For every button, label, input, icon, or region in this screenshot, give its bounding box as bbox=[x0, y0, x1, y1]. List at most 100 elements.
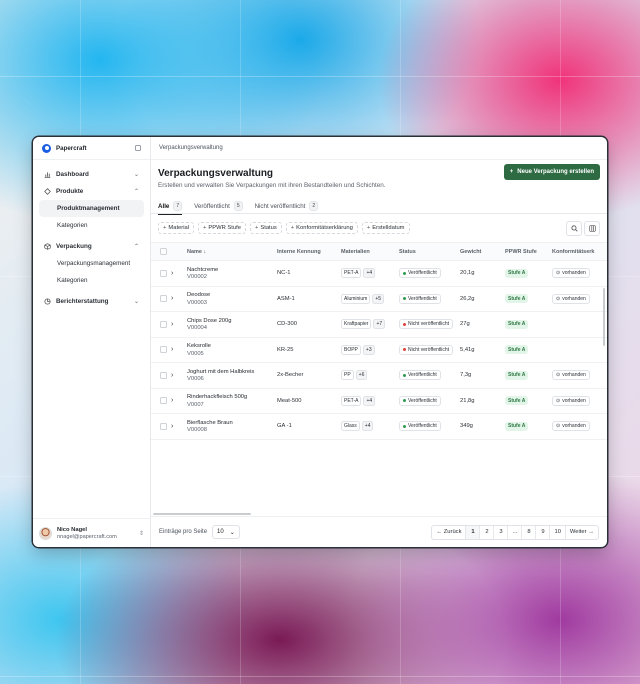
table-row[interactable]: › Bierflasche Braun V00008 GA -1 Glass +4 Verö… bbox=[151, 414, 607, 440]
next-page-button[interactable]: Weiter → bbox=[566, 526, 598, 539]
sidebar-sub-kategorien[interactable]: Kategorien bbox=[39, 217, 144, 234]
row-checkbox[interactable] bbox=[160, 269, 167, 277]
page-button[interactable]: 8 bbox=[522, 525, 537, 539]
chevron-right-icon[interactable]: › bbox=[171, 270, 187, 277]
status-dot-icon bbox=[403, 271, 406, 275]
sidebar-item-berichterstattung[interactable]: Berichterstattung ⌄ bbox=[39, 293, 144, 310]
per-page-label: Einträge pro Seite bbox=[159, 529, 208, 535]
select-all-checkbox[interactable] bbox=[160, 248, 167, 255]
bar-chart-icon bbox=[44, 172, 51, 178]
row-checkbox[interactable] bbox=[160, 320, 167, 328]
tab-nicht-veroeffentlicht[interactable]: Nicht veröffentlicht 2 bbox=[255, 198, 319, 214]
sidebar-item-produkte[interactable]: Produkte ⌃ bbox=[39, 183, 144, 200]
sidebar-item-verpackung[interactable]: Verpackung ⌃ bbox=[39, 238, 144, 255]
chevron-right-icon[interactable]: › bbox=[171, 295, 187, 302]
column-header-materials[interactable]: Materialien bbox=[341, 249, 399, 255]
column-header-internal[interactable]: Interne Kennung bbox=[277, 249, 341, 255]
material-more-tag[interactable]: +6 bbox=[355, 370, 368, 381]
status-label: Nicht veröffentlicht bbox=[408, 321, 450, 328]
columns-icon bbox=[588, 224, 596, 232]
status-label: Veröffentlicht bbox=[408, 295, 437, 302]
column-header-status[interactable]: Status bbox=[399, 249, 460, 255]
page-button[interactable]: 3 bbox=[494, 525, 509, 539]
chevron-right-icon[interactable]: › bbox=[171, 397, 187, 404]
check-circle-icon: ⊙ bbox=[556, 423, 561, 430]
prev-page-button[interactable]: ← Zurück bbox=[432, 525, 467, 539]
table-row[interactable]: › Rinderhackfleisch 500g V0007 Meat-500 PET-… bbox=[151, 389, 607, 414]
internal-id: Meat-500 bbox=[277, 397, 302, 404]
row-checkbox[interactable] bbox=[160, 397, 167, 405]
filter-ppwr-stufe[interactable]: + PPWR Stufe bbox=[198, 222, 246, 234]
material-more-tag[interactable]: +3 bbox=[362, 344, 375, 355]
status-badge: Veröffentlicht bbox=[399, 395, 441, 406]
page-button[interactable]: 9 bbox=[536, 525, 551, 539]
sidebar-sub-produktmanagement[interactable]: Produktmanagement bbox=[39, 200, 144, 217]
column-header-ppwr[interactable]: PPWR Stufe bbox=[505, 249, 552, 255]
product-id: V00008 bbox=[187, 427, 207, 433]
column-header-weight[interactable]: Gewicht bbox=[460, 249, 505, 255]
horizontal-scrollbar[interactable] bbox=[151, 512, 607, 516]
material-more-tag[interactable]: +4 bbox=[363, 395, 376, 406]
pagination: ← Zurück 1 2 3 ... 8 9 10 Weiter → bbox=[431, 524, 599, 540]
page-button[interactable]: 10 bbox=[550, 525, 566, 539]
search-button[interactable] bbox=[566, 220, 582, 236]
internal-id: CD-300 bbox=[277, 321, 297, 328]
row-checkbox[interactable] bbox=[160, 422, 167, 430]
chevron-right-icon[interactable]: › bbox=[171, 321, 187, 328]
filter-label: Status bbox=[260, 225, 277, 231]
chevron-right-icon[interactable]: › bbox=[171, 346, 187, 353]
material-more-tag[interactable]: +4 bbox=[361, 421, 374, 432]
status-dot-icon bbox=[403, 424, 406, 428]
chevron-up-icon: ⌃ bbox=[133, 189, 139, 195]
breadcrumb: Verpackungsverwaltung bbox=[151, 137, 607, 160]
columns-button[interactable] bbox=[584, 220, 600, 236]
arrow-left-icon: ← bbox=[436, 529, 444, 535]
material-more-tag[interactable]: +5 bbox=[372, 293, 385, 304]
filter-status[interactable]: + Status bbox=[249, 222, 282, 234]
sidebar-sub-verpackungsmanagement[interactable]: Verpackungsmanagement bbox=[39, 255, 144, 272]
material-more-tag[interactable]: +4 bbox=[363, 268, 376, 279]
filter-label: Konformitätserklärung bbox=[296, 225, 353, 231]
page-button[interactable]: 2 bbox=[480, 525, 495, 539]
column-header-konformitaet[interactable]: Konformitätserk bbox=[552, 249, 602, 255]
status-badge: Nicht veröffentlicht bbox=[399, 319, 454, 330]
status-label: Veröffentlicht bbox=[408, 270, 437, 277]
status-label: Nicht veröffentlicht bbox=[408, 346, 450, 353]
page-button[interactable]: 1 bbox=[466, 525, 481, 539]
column-header-name[interactable]: Name ↓ bbox=[187, 249, 277, 255]
konformitaet-badge: ⊙ vorhanden bbox=[552, 268, 590, 279]
row-checkbox[interactable] bbox=[160, 371, 167, 379]
ppwr-badge: Stufe A bbox=[505, 421, 529, 431]
filter-konformitaet[interactable]: + Konformitätserklärung bbox=[285, 222, 358, 234]
check-circle-icon: ⊙ bbox=[556, 270, 561, 277]
row-checkbox[interactable] bbox=[160, 295, 167, 303]
table-footer: Einträge pro Seite 10 ⌄ ← Zurück 1 2 3 ..… bbox=[151, 516, 607, 547]
table-row[interactable]: › Joghurt mit dem Halbkreis V0006 2x-Becher… bbox=[151, 363, 607, 389]
status-dot-icon bbox=[403, 322, 406, 326]
new-packaging-button[interactable]: + Neue Verpackung erstellen bbox=[503, 164, 600, 180]
sidebar-item-dashboard[interactable]: Dashboard ⌄ bbox=[39, 166, 144, 183]
per-page-select[interactable]: 10 ⌄ bbox=[212, 525, 240, 539]
material-more-tag[interactable]: +7 bbox=[373, 319, 386, 330]
tab-count: 5 bbox=[233, 201, 243, 211]
tab-label: Veröffentlicht bbox=[194, 202, 230, 210]
sidebar-toggle-icon[interactable] bbox=[135, 145, 141, 151]
tab-veroeffentlicht[interactable]: Veröffentlicht 5 bbox=[194, 198, 243, 214]
table-row[interactable]: › Nachtcreme V00002 NC-1 PET-A +4 Veröffentlic… bbox=[151, 261, 607, 287]
plus-icon: + bbox=[254, 225, 259, 231]
filter-material[interactable]: + Material bbox=[158, 222, 195, 234]
chevron-right-icon[interactable]: › bbox=[171, 372, 187, 379]
chevron-right-icon[interactable]: › bbox=[171, 423, 187, 430]
table-row[interactable]: › Deodose V00003 ASM-1 Aluminium +5 Veröffentl… bbox=[151, 287, 607, 312]
table-row[interactable]: › Chips Dose 200g V00004 CD-300 Kraftpapier +… bbox=[151, 312, 607, 338]
filter-erstelldatum[interactable]: + Erstelldatum bbox=[361, 222, 410, 234]
tab-label: Alle bbox=[158, 202, 170, 210]
row-checkbox[interactable] bbox=[160, 346, 167, 354]
user-menu[interactable]: Nico Nagel nnagel@papercraft.com ⇕ bbox=[33, 518, 150, 547]
tab-alle[interactable]: Alle 7 bbox=[158, 198, 183, 215]
vertical-scrollbar[interactable] bbox=[602, 288, 605, 346]
internal-id: NC-1 bbox=[277, 270, 291, 277]
table-row[interactable]: › Keksrolle V0005 KR-25 BOPP +3 Nicht veröffen… bbox=[151, 338, 607, 363]
konformitaet-badge: ⊙ vorhanden bbox=[552, 421, 590, 432]
sidebar-sub-kategorien[interactable]: Kategorien bbox=[39, 272, 144, 289]
